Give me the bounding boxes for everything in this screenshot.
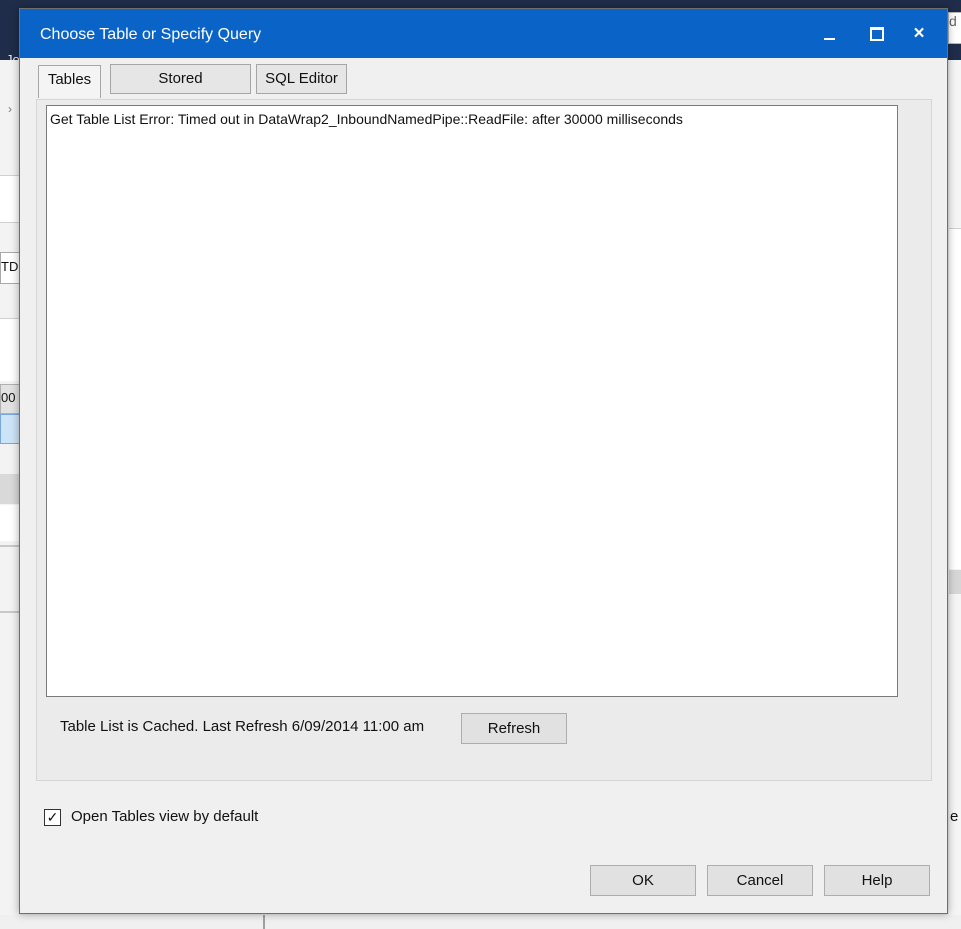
minimize-icon [823, 37, 835, 40]
cache-status-text: Table List is Cached. Last Refresh 6/09/… [60, 718, 425, 735]
background-chevron-icon: › [8, 102, 12, 116]
background-search-field: d [948, 12, 961, 44]
ok-button[interactable]: OK [590, 865, 696, 896]
maximize-icon [870, 26, 884, 41]
tab-sql-editor[interactable]: SQL Editor [256, 64, 347, 94]
cancel-button[interactable]: Cancel [707, 865, 813, 896]
dialog-title: Choose Table or Specify Query [40, 26, 262, 43]
table-list[interactable]: Get Table List Error: Timed out in DataW… [46, 105, 898, 697]
background-right-content [949, 228, 961, 569]
table-list-error-text: Get Table List Error: Timed out in DataW… [50, 111, 683, 127]
background-gray-row [0, 474, 19, 504]
background-selected-row [0, 414, 21, 444]
tab-stored-procedures[interactable]: Stored Procedures [110, 64, 251, 115]
background-bottom-bar [0, 915, 961, 929]
open-tables-default-checkbox[interactable]: ✓ [44, 809, 61, 826]
refresh-button[interactable]: Refresh [461, 713, 567, 744]
dialog-titlebar[interactable]: Choose Table or Specify Query × [20, 9, 947, 58]
background-field-1 [0, 175, 19, 223]
help-button[interactable]: Help [824, 865, 930, 896]
background-number-field: 00 [0, 384, 21, 414]
tab-tables[interactable]: Tables [38, 65, 101, 98]
background-field-3 [0, 505, 19, 541]
open-tables-default-label[interactable]: Open Tables view by default [71, 808, 258, 825]
background-right-text: e [950, 808, 959, 825]
close-icon: × [913, 23, 925, 44]
background-right-bar [949, 570, 961, 594]
minimize-button[interactable] [808, 9, 850, 58]
choose-table-dialog: Choose Table or Specify Query × Tables S… [19, 8, 948, 914]
background-td-field: TD [0, 252, 21, 284]
background-bottom-divider [263, 915, 265, 929]
background-divider [0, 545, 19, 613]
background-field-2 [0, 318, 19, 381]
maximize-button[interactable] [856, 9, 898, 58]
close-button[interactable]: × [898, 9, 940, 58]
